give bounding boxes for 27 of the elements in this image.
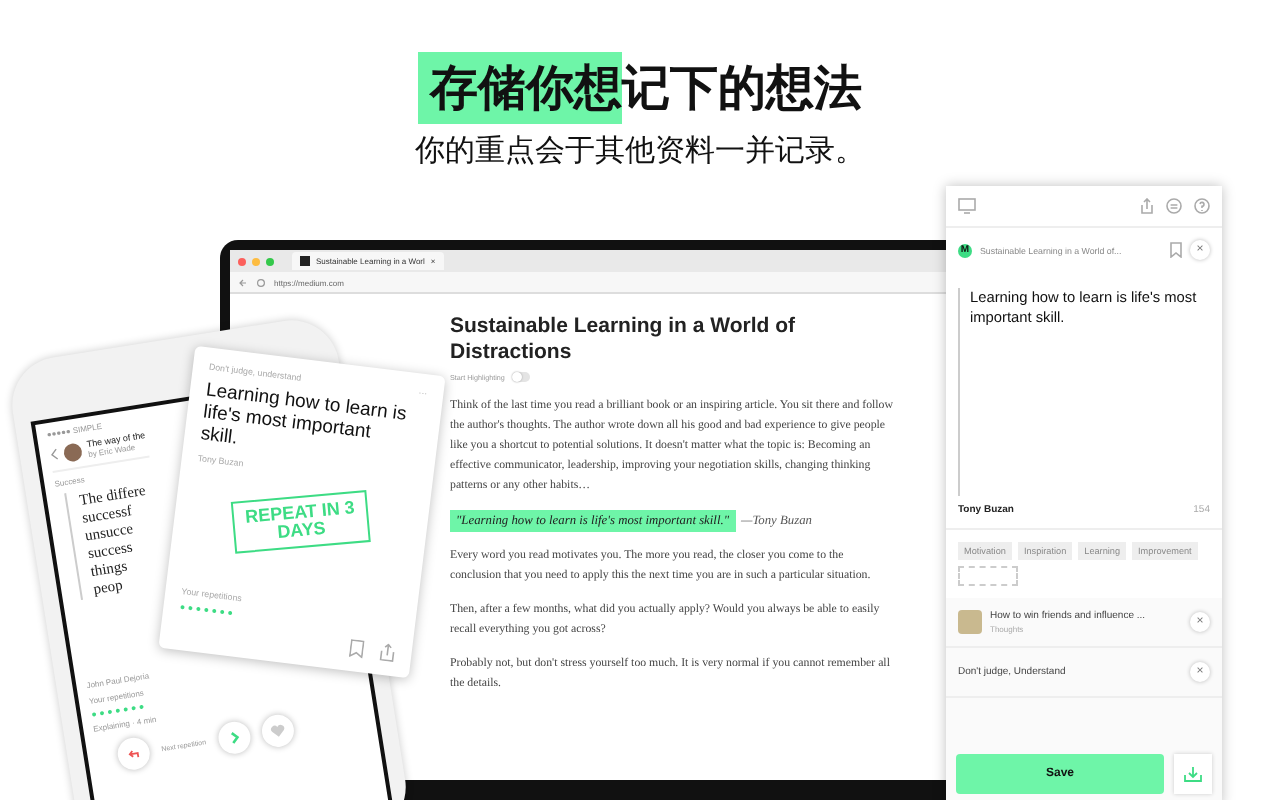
share-icon[interactable] bbox=[1140, 198, 1154, 214]
avatar-icon bbox=[62, 441, 83, 462]
add-tag-field[interactable] bbox=[958, 566, 1018, 586]
download-icon bbox=[1184, 766, 1202, 782]
back-arrow-icon[interactable] bbox=[238, 277, 248, 287]
article-title: Sustainable Learning in a World of Distractions bbox=[450, 314, 797, 366]
back-icon[interactable] bbox=[49, 447, 59, 462]
chat-icon[interactable] bbox=[1166, 198, 1182, 214]
headline-highlight: 存储你想 bbox=[418, 52, 622, 124]
subtitle: 你的重点会于其他资料一并记录。 bbox=[415, 132, 865, 170]
undo-arrow-icon bbox=[124, 744, 143, 763]
highlight-toggle[interactable] bbox=[512, 372, 531, 382]
undo-button[interactable] bbox=[115, 735, 153, 772]
like-button[interactable] bbox=[258, 712, 296, 750]
page-icon bbox=[300, 256, 310, 266]
headline-text: 记下的想法 bbox=[622, 58, 862, 120]
repeat-stamp: REPEAT IN 3 DAYS bbox=[230, 490, 371, 554]
bookmark-icon[interactable] bbox=[348, 638, 365, 659]
download-button[interactable] bbox=[1174, 754, 1212, 794]
bookmark-icon[interactable] bbox=[1170, 242, 1182, 258]
help-icon[interactable] bbox=[1194, 198, 1210, 214]
card-quote: Learning how to learn is life's most important skill. bbox=[199, 379, 410, 454]
heart-icon bbox=[267, 721, 287, 741]
monitor-icon[interactable] bbox=[958, 198, 976, 214]
share-icon[interactable] bbox=[378, 642, 397, 663]
next-button[interactable] bbox=[215, 719, 252, 757]
reload-icon[interactable] bbox=[256, 277, 266, 287]
